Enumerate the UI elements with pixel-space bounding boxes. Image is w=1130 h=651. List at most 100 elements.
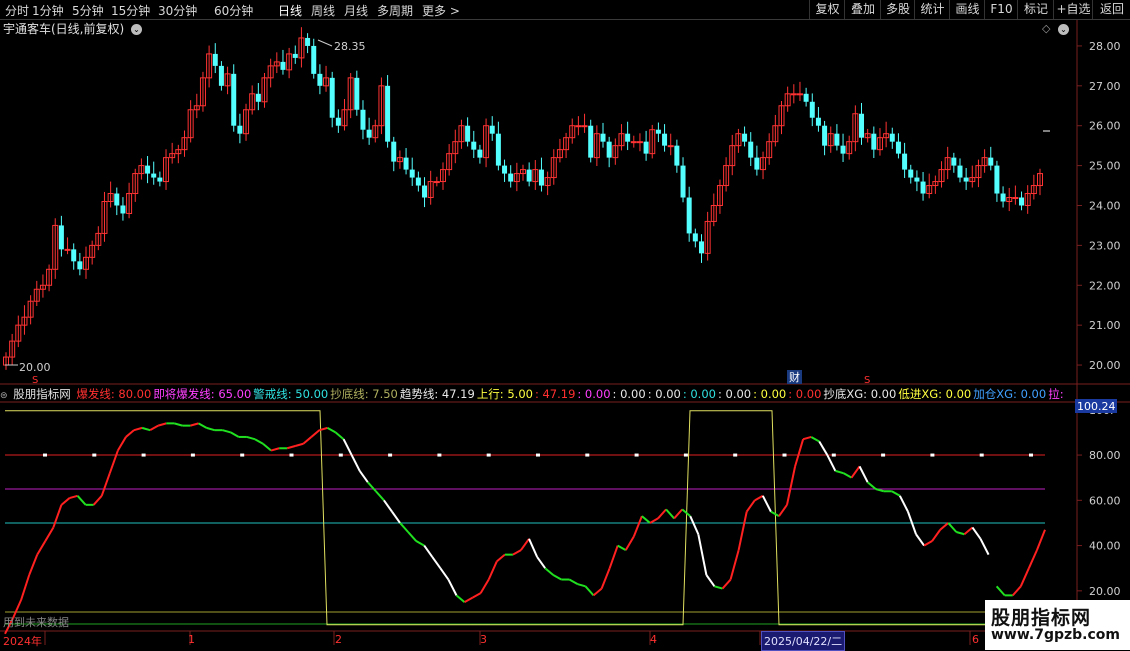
candlestick[interactable] (483, 118, 490, 168)
candlestick[interactable] (532, 160, 539, 190)
candlestick[interactable] (292, 45, 298, 64)
candlestick[interactable] (145, 156, 151, 184)
candlestick[interactable] (729, 134, 736, 176)
candlestick[interactable] (766, 133, 773, 165)
candlestick[interactable] (975, 159, 982, 188)
candlestick[interactable] (249, 85, 256, 115)
candlestick[interactable] (871, 126, 877, 159)
candlestick[interactable] (15, 315, 22, 348)
candlestick[interactable] (920, 171, 926, 201)
candlestick[interactable] (859, 102, 865, 145)
candlestick[interactable] (538, 157, 544, 192)
candlestick[interactable] (556, 138, 563, 163)
candlestick[interactable] (1024, 185, 1031, 214)
candlestick[interactable] (199, 71, 206, 112)
candlestick[interactable] (600, 122, 606, 148)
candlestick[interactable] (796, 81, 803, 101)
candlestick[interactable] (625, 121, 631, 151)
candlestick[interactable] (883, 121, 890, 148)
candlestick[interactable] (926, 173, 933, 199)
candlestick[interactable] (354, 70, 360, 116)
candlestick[interactable] (593, 125, 600, 166)
candlestick[interactable] (187, 100, 194, 143)
candlestick[interactable] (403, 148, 409, 175)
candlestick[interactable] (581, 113, 588, 133)
candlestick[interactable] (212, 43, 218, 74)
candlestick[interactable] (754, 145, 760, 176)
candlestick[interactable] (803, 87, 809, 107)
candlestick[interactable] (347, 73, 354, 119)
candlestick[interactable] (834, 124, 840, 151)
candlestick[interactable] (206, 45, 213, 88)
candlestick[interactable] (89, 240, 96, 265)
candlestick[interactable] (77, 252, 83, 276)
candlestick[interactable] (409, 157, 415, 186)
candlestick[interactable] (101, 191, 108, 242)
candlestick[interactable] (114, 187, 120, 216)
candlestick[interactable] (575, 116, 582, 136)
candlestick[interactable] (64, 237, 71, 255)
candlestick[interactable] (988, 146, 994, 171)
candlestick[interactable] (864, 128, 871, 143)
candlestick[interactable] (815, 106, 821, 132)
s-marker[interactable]: S (32, 375, 38, 386)
candlestick[interactable] (323, 65, 330, 92)
candlestick[interactable] (267, 58, 274, 88)
candlestick[interactable] (889, 127, 895, 149)
candlestick[interactable] (508, 165, 514, 188)
candlestick[interactable] (963, 167, 969, 190)
candlestick[interactable] (415, 171, 421, 192)
candlestick[interactable] (760, 151, 767, 180)
candlestick[interactable] (132, 168, 139, 202)
candlestick[interactable] (649, 124, 656, 159)
candlestick[interactable] (606, 136, 612, 168)
candlestick[interactable] (280, 49, 286, 75)
candlestick[interactable] (618, 124, 625, 151)
candlestick[interactable] (458, 119, 465, 149)
candlestick[interactable] (526, 162, 532, 187)
candlestick[interactable] (513, 162, 520, 192)
candlestick[interactable] (957, 158, 963, 183)
candlestick[interactable] (489, 116, 495, 141)
candlestick[interactable] (827, 126, 834, 153)
candlestick[interactable] (329, 71, 335, 128)
candlestick[interactable] (784, 86, 791, 112)
candlestick[interactable] (969, 165, 976, 188)
indicator-icon[interactable]: ⊜ (0, 391, 8, 401)
candlestick[interactable] (286, 47, 293, 79)
indicator-name[interactable]: 股朋指标网 (13, 387, 71, 401)
candlestick[interactable] (840, 133, 846, 163)
candlestick[interactable] (809, 93, 815, 127)
candlestick[interactable] (569, 118, 576, 144)
candlestick[interactable] (107, 181, 114, 208)
candlestick[interactable] (169, 142, 176, 164)
candlestick[interactable] (243, 103, 250, 141)
candlestick[interactable] (1006, 187, 1013, 212)
candlestick[interactable] (46, 264, 53, 292)
candlestick[interactable] (643, 130, 649, 161)
candlestick[interactable] (218, 61, 224, 91)
candlestick[interactable] (742, 126, 748, 147)
candlestick[interactable] (674, 139, 680, 173)
candlestick[interactable] (273, 52, 280, 74)
candlestick[interactable] (550, 149, 557, 185)
candlestick[interactable] (181, 130, 188, 157)
candlestick[interactable] (157, 171, 163, 187)
candlestick[interactable] (366, 117, 372, 145)
candlestick[interactable] (385, 75, 391, 148)
candlestick[interactable] (95, 226, 102, 251)
candlestick[interactable] (895, 133, 901, 159)
candlestick[interactable] (175, 144, 182, 164)
candlestick[interactable] (846, 135, 853, 160)
candlestick[interactable] (255, 83, 261, 111)
candlestick[interactable] (1000, 186, 1006, 208)
candlestick[interactable] (465, 117, 471, 147)
candlestick[interactable] (778, 100, 785, 135)
candlestick[interactable] (563, 132, 570, 159)
candlestick[interactable] (520, 164, 526, 181)
candlestick[interactable] (1019, 191, 1025, 211)
candlestick[interactable] (9, 333, 16, 366)
candlestick[interactable] (261, 73, 268, 108)
candlestick[interactable] (311, 38, 317, 79)
candlestick[interactable] (612, 138, 619, 165)
